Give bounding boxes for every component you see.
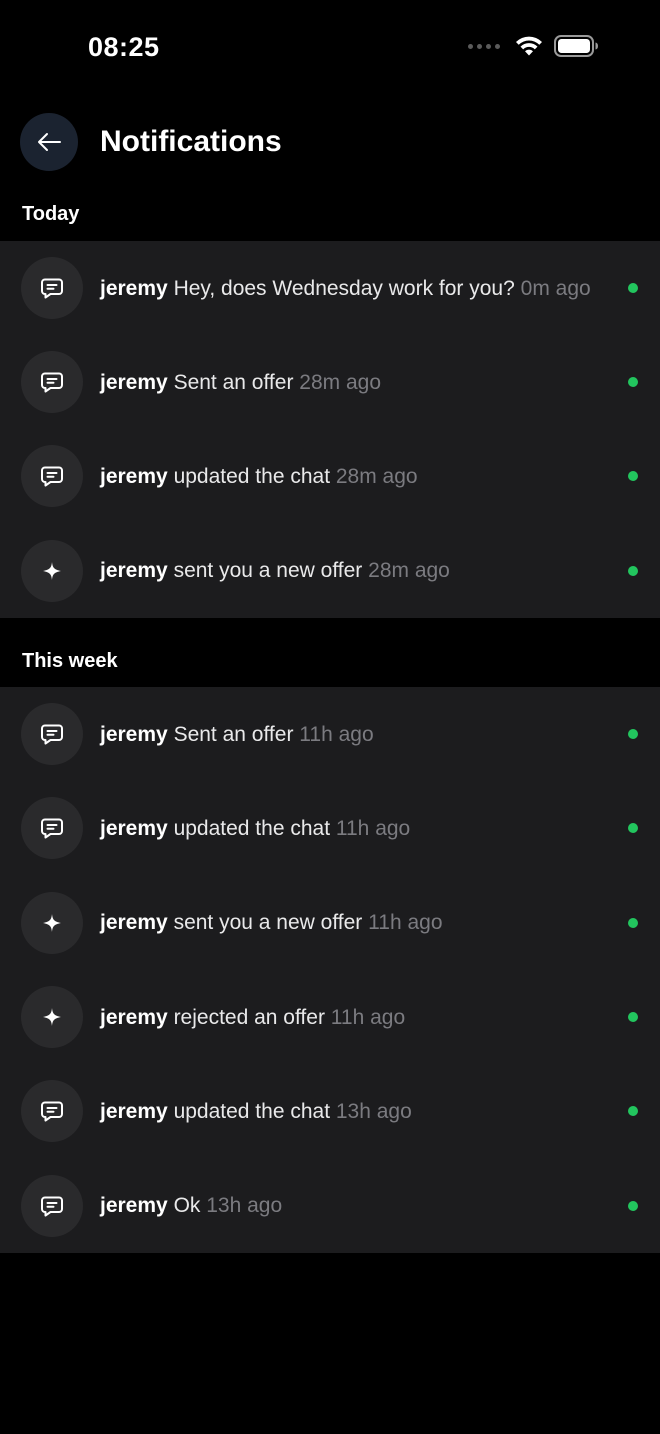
sparkle-icon <box>41 560 63 582</box>
chat-icon <box>38 1097 66 1125</box>
notification-text: jeremy Sent an offer 28m ago <box>100 369 600 396</box>
status-bar: 08:25 <box>0 0 660 96</box>
unread-indicator <box>628 917 638 928</box>
notification-user: jeremy <box>100 816 168 840</box>
page-title: Notifications <box>100 125 282 158</box>
notification-message: Sent an offer <box>173 722 294 746</box>
cellular-signal-icon <box>468 43 500 49</box>
notification-time: 11h ago <box>330 1005 406 1029</box>
notification-user: jeremy <box>100 464 168 488</box>
notification-text: jeremy updated the chat 13h ago <box>100 1098 600 1125</box>
notification-text: jeremy sent you a new offer 28m ago <box>100 557 600 584</box>
notification-text: jeremy rejected an offer 11h ago <box>100 1004 600 1031</box>
notification-text: jeremy Sent an offer 11h ago <box>100 721 600 748</box>
list-item[interactable]: jeremy updated the chat 13h ago <box>0 1064 660 1158</box>
section-label-today: Today <box>22 203 80 225</box>
notification-text: jeremy updated the chat 11h ago <box>100 815 600 842</box>
notification-avatar <box>21 257 83 319</box>
notification-time: 11h ago <box>299 722 374 746</box>
battery-icon <box>554 35 598 57</box>
notification-text: jeremy sent you a new offer 11h ago <box>100 909 600 936</box>
list-item[interactable]: jeremy sent you a new offer 11h ago <box>0 876 660 970</box>
notification-time: 28m ago <box>368 559 450 583</box>
back-button[interactable] <box>20 113 78 171</box>
notification-time: 28m ago <box>335 464 418 488</box>
chat-icon <box>38 814 66 842</box>
list-item[interactable]: jeremy sent you a new offer 28m ago <box>0 524 660 619</box>
list-item[interactable]: jeremy Sent an offer 11h ago <box>0 687 660 781</box>
unread-indicator <box>628 729 638 740</box>
unread-indicator <box>628 1012 638 1023</box>
notification-avatar <box>21 351 83 413</box>
notification-text: jeremy updated the chat 28m ago <box>100 463 600 490</box>
notification-time: 28m ago <box>299 370 382 394</box>
notification-message: Sent an offer <box>173 370 294 394</box>
unread-indicator <box>628 565 638 576</box>
arrow-left-icon <box>38 133 61 151</box>
notification-user: jeremy <box>100 1099 168 1123</box>
list-item[interactable]: jeremy Hey, does Wednesday work for you?… <box>0 241 660 335</box>
notification-message: sent you a new offer <box>173 559 363 583</box>
notification-list-this-week: jeremy Sent an offer 11h ago jeremy upda… <box>0 687 660 1253</box>
notification-message: updated the chat <box>173 816 331 840</box>
notification-avatar <box>21 539 83 602</box>
notification-avatar <box>21 445 83 508</box>
notification-time: 13h ago <box>206 1194 283 1218</box>
chat-icon <box>38 368 66 396</box>
notification-list-today: jeremy Hey, does Wednesday work for you?… <box>0 241 660 618</box>
chat-icon <box>38 1192 66 1220</box>
notification-message: sent you a new offer <box>173 911 363 935</box>
header: Notifications <box>20 112 282 172</box>
notification-message: Ok <box>173 1194 201 1218</box>
notification-text: jeremy Ok 13h ago <box>100 1192 600 1219</box>
wifi-icon <box>516 36 542 56</box>
notification-avatar <box>21 703 83 766</box>
notification-avatar <box>21 891 83 954</box>
chat-icon <box>38 462 66 490</box>
unread-indicator <box>628 823 638 834</box>
notification-text: jeremy Hey, does Wednesday work for you?… <box>100 275 600 302</box>
sparkle-icon <box>41 912 63 934</box>
notification-message: updated the chat <box>173 1099 331 1123</box>
unread-indicator <box>628 283 638 293</box>
unread-indicator <box>628 377 638 387</box>
notification-message: Hey, does Wednesday work for you? <box>173 276 515 300</box>
notification-message: rejected an offer <box>173 1005 325 1029</box>
section-label-this-week: This week <box>22 650 118 672</box>
notification-avatar <box>21 1174 83 1237</box>
unread-indicator <box>628 1200 638 1211</box>
notification-user: jeremy <box>100 1194 168 1218</box>
notification-time: 0m ago <box>520 276 591 300</box>
notification-time: 13h ago <box>335 1099 412 1123</box>
notification-avatar <box>21 1080 83 1143</box>
list-item[interactable]: jeremy Sent an offer 28m ago <box>0 335 660 429</box>
notification-user: jeremy <box>100 911 168 935</box>
list-item[interactable]: jeremy updated the chat 28m ago <box>0 429 660 524</box>
notification-avatar <box>21 797 83 860</box>
status-time: 08:25 <box>88 32 160 62</box>
list-item[interactable]: jeremy updated the chat 11h ago <box>0 781 660 875</box>
notification-user: jeremy <box>100 276 168 300</box>
notification-user: jeremy <box>100 1005 168 1029</box>
list-item[interactable]: jeremy Ok 13h ago <box>0 1158 660 1253</box>
notification-avatar <box>21 986 83 1049</box>
notification-user: jeremy <box>100 370 168 394</box>
unread-indicator <box>628 1106 638 1117</box>
notification-message: updated the chat <box>173 464 331 488</box>
sparkle-icon <box>41 1006 63 1028</box>
list-item[interactable]: jeremy rejected an offer 11h ago <box>0 970 660 1064</box>
notification-user: jeremy <box>100 722 168 746</box>
notification-time: 11h ago <box>368 911 443 935</box>
chat-icon <box>38 274 66 302</box>
notification-time: 11h ago <box>335 816 411 840</box>
unread-indicator <box>628 471 638 482</box>
status-icons <box>468 34 600 58</box>
chat-icon <box>38 720 66 748</box>
notification-user: jeremy <box>100 559 168 583</box>
notifications-screen: 08:25 Notifications Today jeremy Hey, do… <box>0 0 660 1434</box>
